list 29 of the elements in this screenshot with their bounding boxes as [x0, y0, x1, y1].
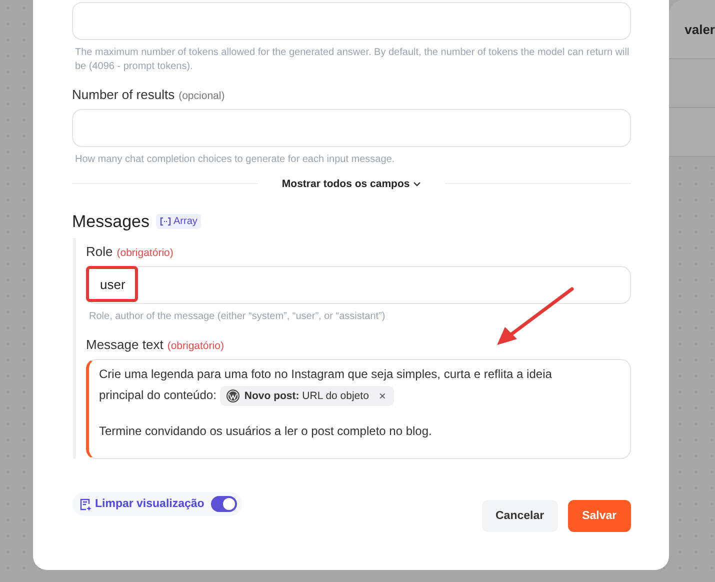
message-text: Crie uma legenda para uma foto no Instagram que seja simples, curta e reflita a ideia — [99, 366, 552, 383]
show-all-button[interactable]: Mostrar todos os campos — [258, 178, 445, 190]
help-text: Role, author of the message (either “system”, “user”, or “assistant”) — [88, 310, 386, 323]
message-text: Termine convidando os usuários a ler o post completo no blog. — [99, 424, 432, 438]
input-field[interactable] — [72, 109, 631, 147]
remove-button[interactable]: × — [378, 388, 386, 404]
toggle-label: Limpar visualização — [95, 498, 204, 510]
input-field[interactable]: user — [86, 266, 631, 304]
chip-label: Novo post: URL do objeto — [244, 388, 369, 404]
field-tag: (obrigatório) — [116, 246, 174, 258]
document-sparkle-icon — [79, 498, 92, 510]
field-tag: (opcional) — [178, 90, 225, 102]
message-field[interactable]: Crie uma legenda para uma foto no Instagram que seja simples, curta e reflita a ideia principal do conteúdo: Novo post: URL do objeto × Termine convidando os usuários a ler o post completo no blog. — [86, 359, 631, 459]
help-text: How many chat completion choices to generate for each input message. — [74, 153, 396, 166]
variable-chip[interactable]: Novo post: URL do objeto × — [220, 386, 394, 406]
field-label: Number of results — [72, 87, 175, 102]
toggle-control[interactable]: Limpar visualização — [72, 492, 242, 516]
field-tag: (obrigatório) — [167, 340, 224, 352]
toggle-switch[interactable] — [211, 496, 238, 512]
field-label: Role — [86, 244, 113, 258]
input-field[interactable] — [72, 2, 631, 40]
field-label: Message text — [86, 337, 164, 352]
background-text: valer — [684, 22, 715, 36]
cancel-button[interactable]: Cancelar — [482, 500, 558, 532]
circle-logo-icon — [226, 388, 240, 403]
type-badge: Array — [156, 214, 202, 229]
help-text: The maximum number of tokens allowed for the generated answer. By default, the number of tokens the model can return will be (4096 - prompt tokens). — [74, 46, 630, 73]
section-title: Messages — [72, 212, 150, 232]
message-text: principal do conteúdo: — [99, 388, 216, 402]
